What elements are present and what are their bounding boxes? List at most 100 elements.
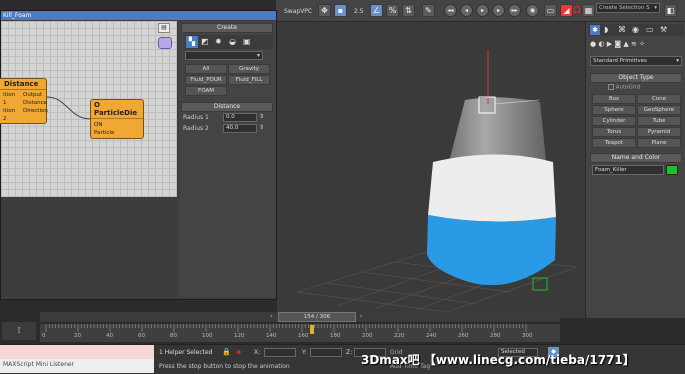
render-icon[interactable]: ▦ [582,4,595,17]
render-setup-icon[interactable]: ◢ [560,4,573,17]
lock-icon[interactable]: 🔒 [222,348,231,356]
autogrid-checkbox[interactable]: AutoGrid [608,84,668,92]
event-graph-area[interactable]: ▤ Distance ition 1 ition 2 Output Distan… [0,21,177,197]
distance-rollout-header[interactable]: Distance [181,102,273,112]
magnet-icon[interactable]: Ω [573,5,582,17]
cone-button[interactable]: Cone [637,94,681,104]
chevron-down-icon: ▾ [256,52,260,59]
radius2-spinner[interactable]: 40.0 [223,124,257,133]
move-icon[interactable]: ✥ [318,4,331,17]
create-button-foam[interactable]: FOAM [185,86,227,96]
name-color-header[interactable]: Name and Color [590,153,682,163]
particle-die-node[interactable]: O ParticleDie ON Particle [90,99,144,139]
helpers-icon[interactable]: ▲ [623,40,628,48]
particle-view-title: Kill_Foam [1,11,276,20]
category-dropdown[interactable]: Standard Primitives ▾ [590,56,682,66]
chevron-left-icon[interactable]: ‹ [270,313,272,320]
create-button-fluid-pour[interactable]: Fluid_POUR [185,75,227,85]
object-color-swatch[interactable] [666,165,678,175]
foam-particles [428,154,556,222]
hierarchy-tab-icon[interactable]: ⌘ [618,25,626,34]
cameras-icon[interactable]: ◙ [614,40,621,48]
distance-row-distance: Distance [23,100,48,106]
spacewarps-icon[interactable]: ◒ [229,37,236,46]
purple-event-node[interactable] [158,37,172,49]
perspective-viewport[interactable] [277,22,585,318]
create-rollout-header[interactable]: Create [181,23,273,33]
cube-icon[interactable]: ▣ [243,37,251,46]
next-frame-icon[interactable]: ▸ [492,4,505,17]
radius1-label: Radius 1 [183,114,209,121]
display-tab-icon[interactable]: ▭ [646,25,654,34]
swap-label[interactable]: SwapVPC [284,8,312,15]
utilities-tab-icon[interactable]: ⚒ [660,25,667,34]
tube-button[interactable]: Tube [637,116,681,126]
spinner-snap-icon[interactable]: ⇅ [402,4,415,17]
motion-tab-icon[interactable]: ◉ [632,25,639,34]
fluid-particles [427,215,556,286]
ruler-label: 0 [42,333,46,339]
depot-icon[interactable]: ▤ [158,23,170,33]
ruler-label: 160 [298,333,309,339]
distance-test-node[interactable]: Distance ition 1 ition 2 Output Distance… [0,78,48,124]
helpers-icon[interactable]: ✹ [215,37,222,46]
absolute-mode-icon[interactable]: ◈ [236,348,241,356]
time-slider-thumb[interactable]: 154 / 306 [278,312,356,322]
spinner-arrows-icon[interactable]: ⇕ [259,113,264,120]
object-name-field[interactable]: Foam_Killer [592,165,664,175]
named-selection-dropdown[interactable]: Create Selection S ▾ [596,3,660,13]
modify-tab-icon[interactable]: ◗ [604,25,608,34]
create-button-fluid-fill[interactable]: Fluid_FILL [228,75,270,85]
teapot-button[interactable]: Teapot [592,138,636,148]
shapes-icon[interactable]: ◩ [201,37,209,46]
chevron-right-icon[interactable]: › [360,313,362,320]
y-coordinate-field[interactable] [310,348,342,357]
cylinder-button[interactable]: Cylinder [592,116,636,126]
percent-snap-icon[interactable]: % [386,4,399,17]
pyramid-button[interactable]: Pyramid [637,127,681,137]
create-tabs: ▚ ◩ ✹ ◒ ▣ [185,35,273,49]
selection-icon[interactable]: ▪ [334,4,347,17]
layer-icon[interactable]: ▭ [544,4,557,17]
spacewarps-icon[interactable]: ≋ [631,40,637,48]
box-button[interactable]: Box [592,94,636,104]
geosphere-button[interactable]: GeoSphere [637,105,681,115]
snap-value[interactable]: 2.5 [354,8,364,15]
spinner-arrows-icon[interactable]: ⇕ [259,124,264,131]
ruler-label: 240 [426,333,437,339]
create-button-all[interactable]: All [185,64,227,74]
forward-icon[interactable]: ▸▸ [508,4,521,17]
angle-snap-icon[interactable]: ∠ [370,4,383,17]
object-type-header[interactable]: Object Type [590,73,682,83]
particle-view-parameters: Create ▚ ◩ ✹ ◒ ▣ ▾ All Gravity Fluid_POU… [179,21,276,297]
create-button-gravity[interactable]: Gravity [228,64,270,74]
radius1-spinner[interactable]: 0.0 [223,113,257,122]
time-ruler[interactable]: 0 20 40 60 80 100 120 140 160 180 200 220 240 260 280 3… [40,324,560,342]
lights-icon[interactable]: ▶ [607,40,612,48]
time-slider[interactable]: 154 / 306 ‹ › [40,312,560,322]
prev-frame-icon[interactable]: ◂ [460,4,473,17]
key-mode-icon[interactable]: ◉ [526,4,539,17]
rewind-icon[interactable]: ◂◂ [444,4,457,17]
particle-die-title: O ParticleDie [91,100,143,119]
systems-icon[interactable]: ✧ [639,40,645,48]
curve-editor-icon[interactable]: ⟟ [2,322,36,340]
ruler-label: 140 [266,333,277,339]
plane-button[interactable]: Plane [637,138,681,148]
sphere-button[interactable]: Sphere [592,105,636,115]
y-label: Y: [302,349,307,356]
maxscript-listener-top[interactable] [0,345,154,359]
torus-button[interactable]: Torus [592,127,636,137]
shapes-icon[interactable]: ◐ [598,40,604,48]
edit-named-selection-icon[interactable]: ✎ [422,4,435,17]
maxscript-listener[interactable]: MAXScript Mini Listener [0,359,154,373]
ruler-label: 220 [394,333,405,339]
geometry-icon[interactable]: ● [590,40,596,48]
geometry-icon[interactable]: ▚ [186,36,198,48]
create-tab-icon[interactable]: ✱ [590,25,600,35]
schematic-icon[interactable]: ◧ [664,4,677,17]
x-coordinate-field[interactable] [264,348,296,357]
play-icon[interactable]: ▸ [476,4,489,17]
distance-left-row: ition 1 [3,92,16,106]
create-dropdown[interactable]: ▾ [185,51,263,60]
